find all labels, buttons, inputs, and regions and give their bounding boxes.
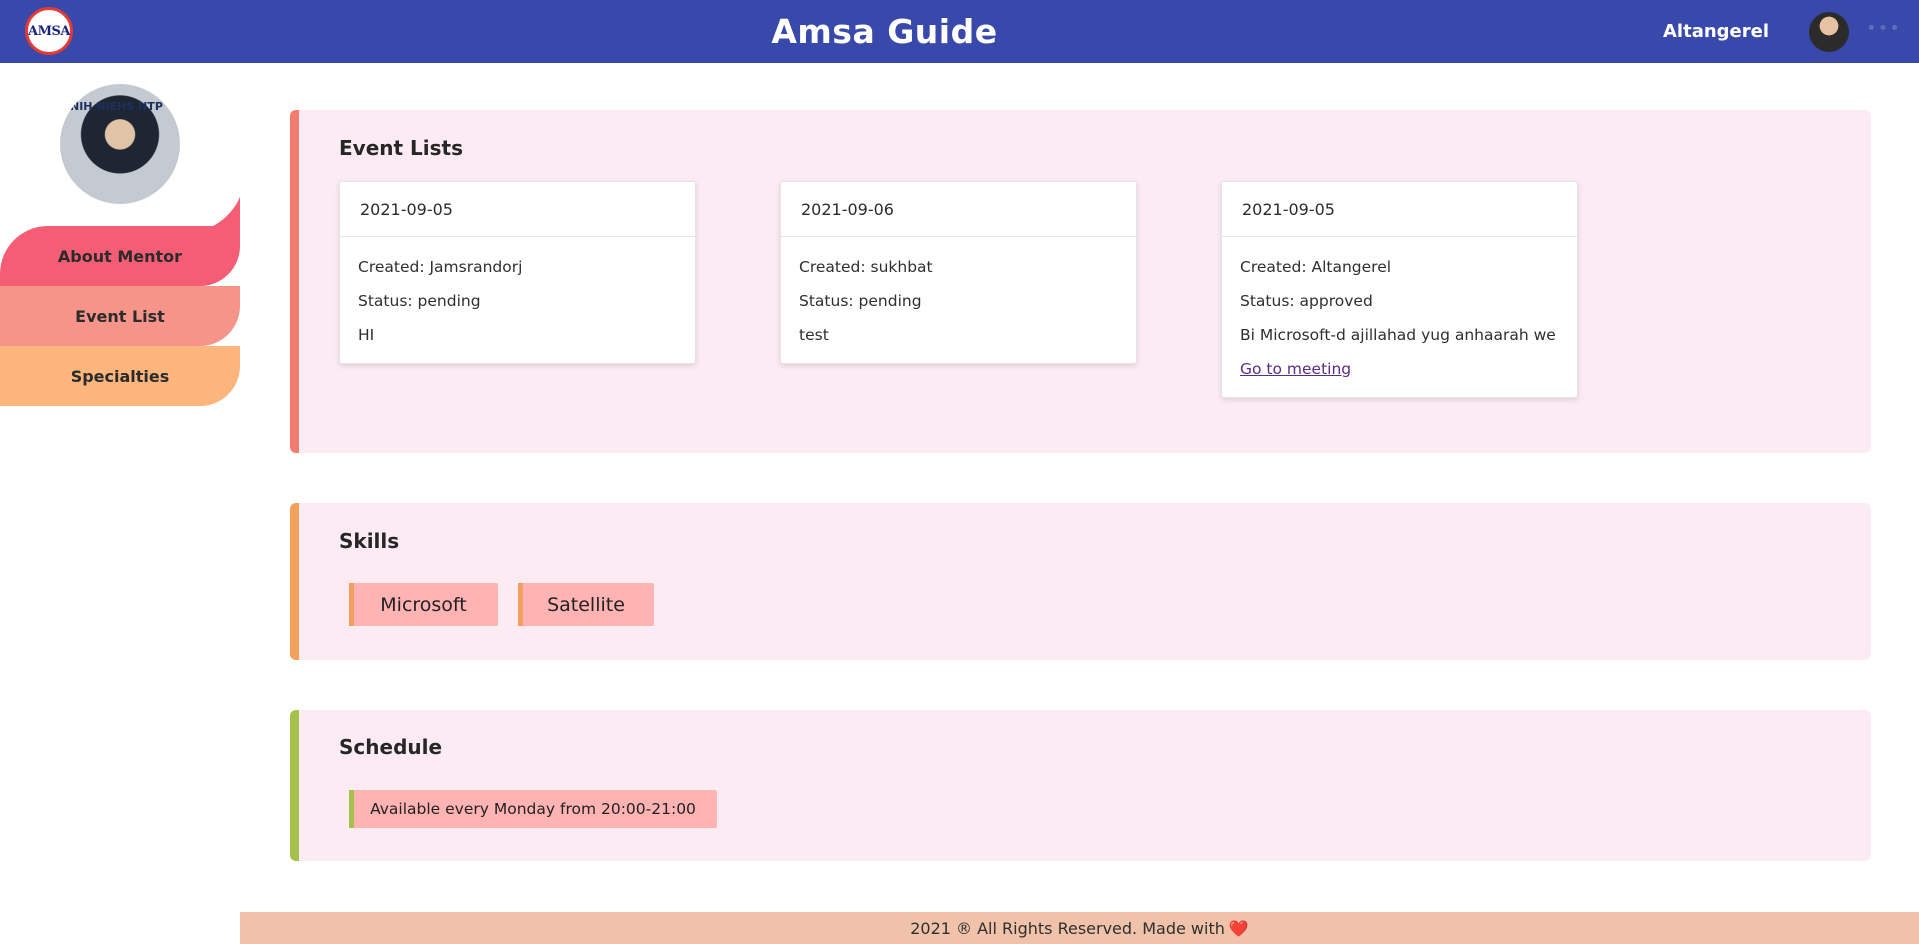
top-navbar: AMSA Amsa Guide Altangerel ••• xyxy=(0,0,1919,63)
event-status: Status: approved xyxy=(1240,292,1373,310)
sidebar: NIH NIEHS NTP About Mentor Event List Sp… xyxy=(0,63,245,944)
schedule-label: Available every Monday from 20:00-21:00 xyxy=(370,800,696,818)
sidebar-item-label: Specialties xyxy=(70,366,170,386)
event-date: 2021-09-05 xyxy=(340,182,695,237)
photo-caption: NIH NIEHS NTP xyxy=(70,100,163,113)
event-card: 2021-09-05 Created: Jamsrandorj Status: … xyxy=(339,181,696,364)
event-date: 2021-09-06 xyxy=(781,182,1136,237)
schedule-section: Schedule Available every Monday from 20:… xyxy=(290,710,1871,861)
skill-chip: Satellite xyxy=(518,583,654,626)
event-status: Status: pending xyxy=(358,292,481,310)
section-title: Event Lists xyxy=(339,136,463,160)
app-title: Amsa Guide xyxy=(771,12,998,51)
skills-section: Skills Microsoft Satellite xyxy=(290,503,1871,660)
section-title: Skills xyxy=(339,529,400,553)
section-accent-bar xyxy=(290,710,299,861)
sidebar-item-about-mentor[interactable]: About Mentor xyxy=(0,226,240,286)
heart-icon: ❤️ xyxy=(1228,918,1249,938)
skill-chip: Microsoft xyxy=(349,583,498,626)
footer-text: 2021 ® All Rights Reserved. Made with xyxy=(910,918,1225,938)
user-avatar[interactable] xyxy=(1809,12,1849,52)
footer: 2021 ® All Rights Reserved. Made with ❤️ xyxy=(240,912,1919,944)
sidebar-item-event-list[interactable]: Event List xyxy=(0,286,240,346)
ellipsis-icon[interactable]: ••• xyxy=(1866,18,1901,39)
event-card: 2021-09-06 Created: sukhbat Status: pend… xyxy=(780,181,1137,364)
go-to-meeting-link[interactable]: Go to meeting xyxy=(1240,360,1351,378)
sidebar-item-label: About Mentor xyxy=(57,246,183,266)
event-lists-section: Event Lists 2021-09-05 Created: Jamsrand… xyxy=(290,110,1871,453)
event-message: Bi Microsoft-d ajillahad yug anhaarah we xyxy=(1240,326,1556,344)
section-title: Schedule xyxy=(339,735,443,759)
event-date: 2021-09-05 xyxy=(1222,182,1577,237)
user-name[interactable]: Altangerel xyxy=(1663,0,1769,63)
sidebar-item-specialties[interactable]: Specialties xyxy=(0,346,240,406)
mentor-avatar: NIH NIEHS NTP xyxy=(60,84,180,204)
skill-label: Microsoft xyxy=(380,593,467,616)
section-accent-bar xyxy=(290,503,299,660)
event-created: Created: sukhbat xyxy=(799,258,933,276)
skill-label: Satellite xyxy=(547,593,625,616)
schedule-chip: Available every Monday from 20:00-21:00 xyxy=(349,790,717,828)
event-created: Created: Altangerel xyxy=(1240,258,1392,276)
sidebar-item-label: Event List xyxy=(75,306,165,326)
event-message: HI xyxy=(358,326,375,344)
event-created: Created: Jamsrandorj xyxy=(358,258,523,276)
event-card: 2021-09-05 Created: Altangerel Status: a… xyxy=(1221,181,1578,398)
event-status: Status: pending xyxy=(799,292,922,310)
event-message: test xyxy=(799,326,829,344)
section-accent-bar xyxy=(290,110,299,453)
